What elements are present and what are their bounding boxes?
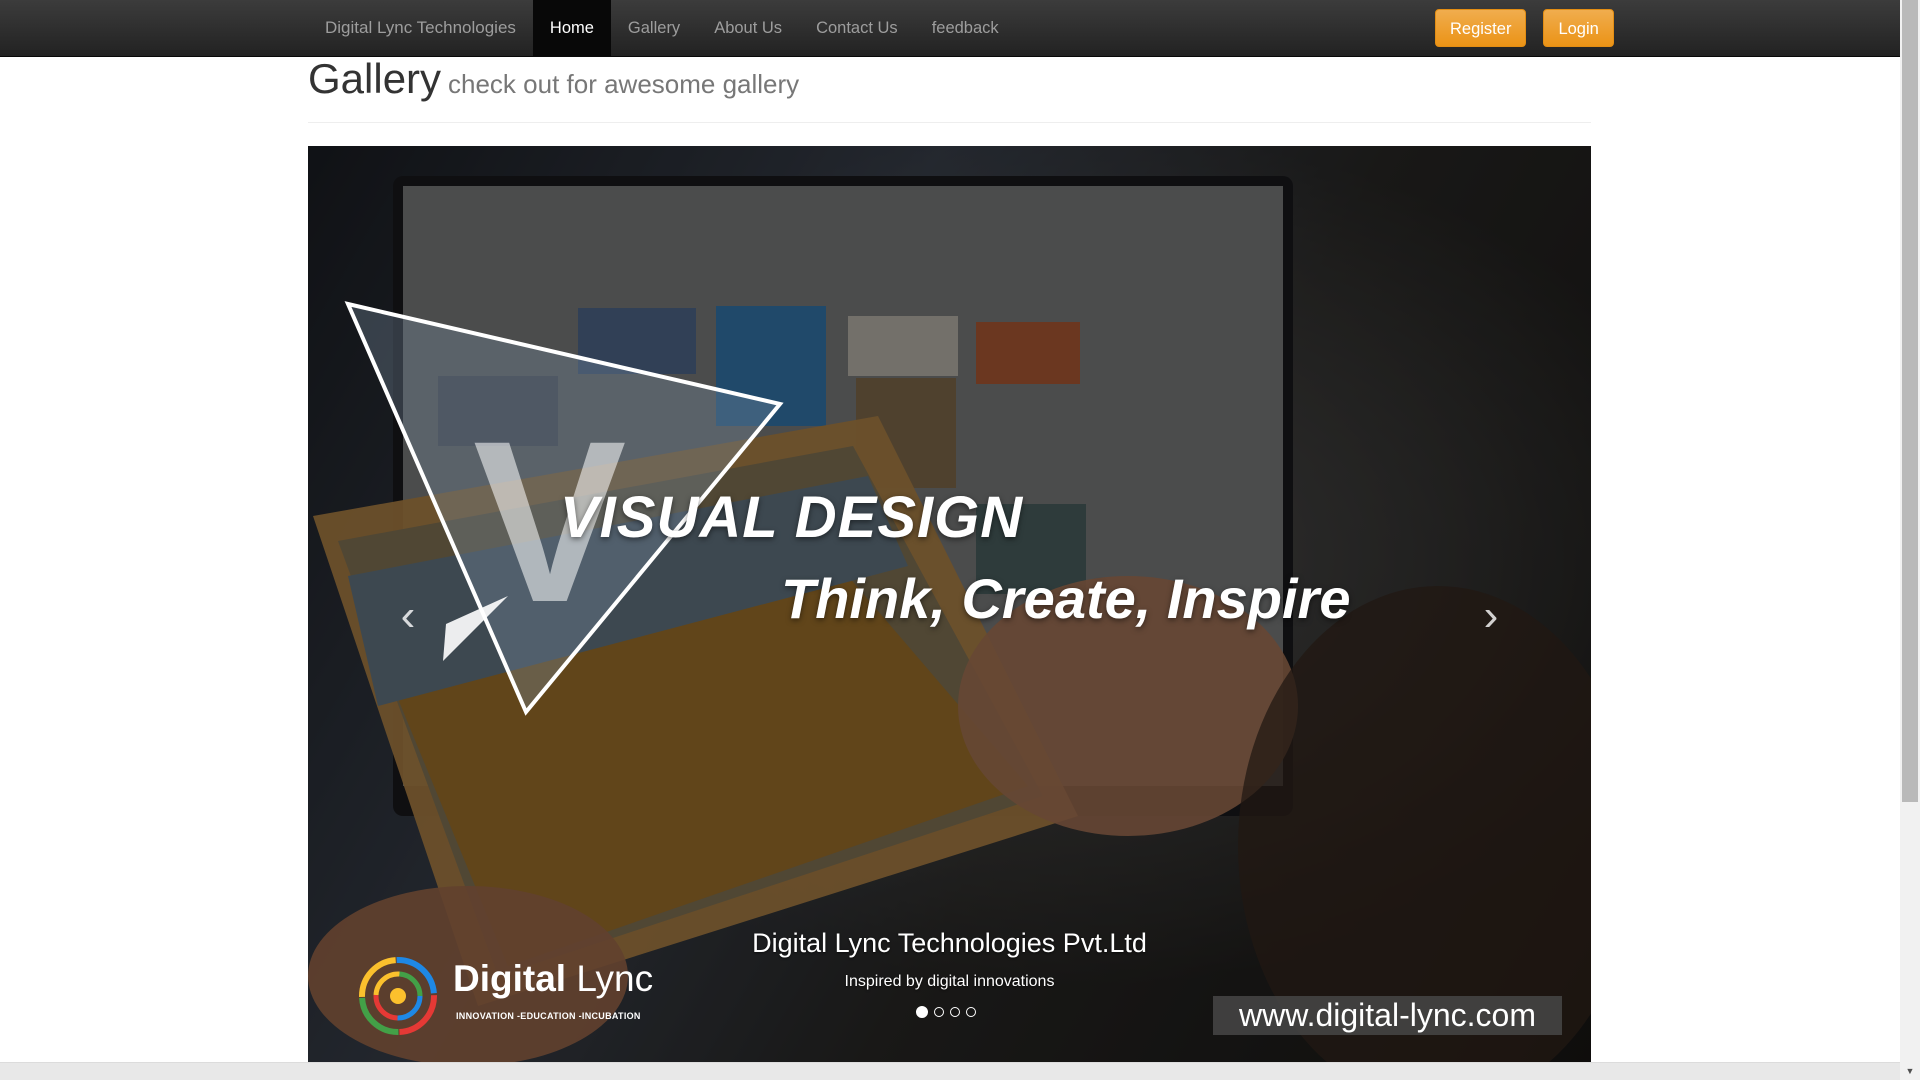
top-navbar: Digital Lync Technologies Home Gallery A…	[0, 0, 1900, 57]
navbar-menu: Digital Lync Technologies Home Gallery A…	[308, 0, 1016, 56]
nav-item-about-us[interactable]: About Us	[697, 0, 799, 56]
scroll-down-icon[interactable]: ▼	[1900, 1062, 1920, 1080]
page-title: Gallery	[308, 55, 442, 102]
logo-tagline: INNOVATION -EDUCATION -INCUBATION	[456, 1011, 641, 1021]
carousel-prev-button[interactable]: ‹	[378, 586, 438, 646]
login-button[interactable]: Login	[1543, 9, 1614, 47]
nav-item-feedback[interactable]: feedback	[915, 0, 1016, 56]
slide-tagline: Think, Create, Inspire	[781, 567, 1351, 630]
page-header: Gallery check out for awesome gallery	[308, 52, 1591, 123]
register-button[interactable]: Register	[1435, 9, 1527, 47]
carousel-caption-title: Digital Lync Technologies Pvt.Ltd	[752, 928, 1147, 958]
page-subtitle: check out for awesome gallery	[448, 69, 800, 99]
carousel-indicator[interactable]	[950, 1007, 960, 1017]
chevron-left-icon: ‹	[400, 591, 416, 640]
slide-headline: VISUAL DESIGN	[560, 485, 1024, 550]
horizontal-scrollbar[interactable]	[0, 1062, 1900, 1080]
carousel-next-button[interactable]: ›	[1461, 586, 1521, 646]
scrollbar-thumb[interactable]	[1902, 0, 1918, 802]
carousel-indicator[interactable]	[966, 1007, 976, 1017]
gallery-carousel[interactable]: V VISUAL DESIGN Think, Create, Inspire D…	[308, 146, 1591, 1063]
navbar-brand[interactable]: Digital Lync Technologies	[308, 0, 533, 56]
carousel-indicators	[916, 1006, 976, 1018]
vertical-scrollbar[interactable]: ▼	[1900, 0, 1920, 1080]
carousel-caption-text: Inspired by digital innovations	[844, 973, 1055, 990]
website-url-banner: www.digital-lync.com	[1213, 996, 1562, 1035]
digital-lync-logo: Digital Lync INNOVATION -EDUCATION -INCU…	[358, 954, 658, 1038]
nav-item-contact-us[interactable]: Contact Us	[799, 0, 915, 56]
digital-lync-logo-icon	[359, 957, 437, 1035]
carousel-indicator[interactable]	[934, 1007, 944, 1017]
nav-item-gallery[interactable]: Gallery	[611, 0, 697, 56]
carousel-indicator[interactable]	[916, 1006, 928, 1018]
chevron-right-icon: ›	[1483, 591, 1499, 640]
nav-item-home[interactable]: Home	[532, 0, 611, 56]
navbar-actions: Register Login	[1435, 9, 1614, 47]
